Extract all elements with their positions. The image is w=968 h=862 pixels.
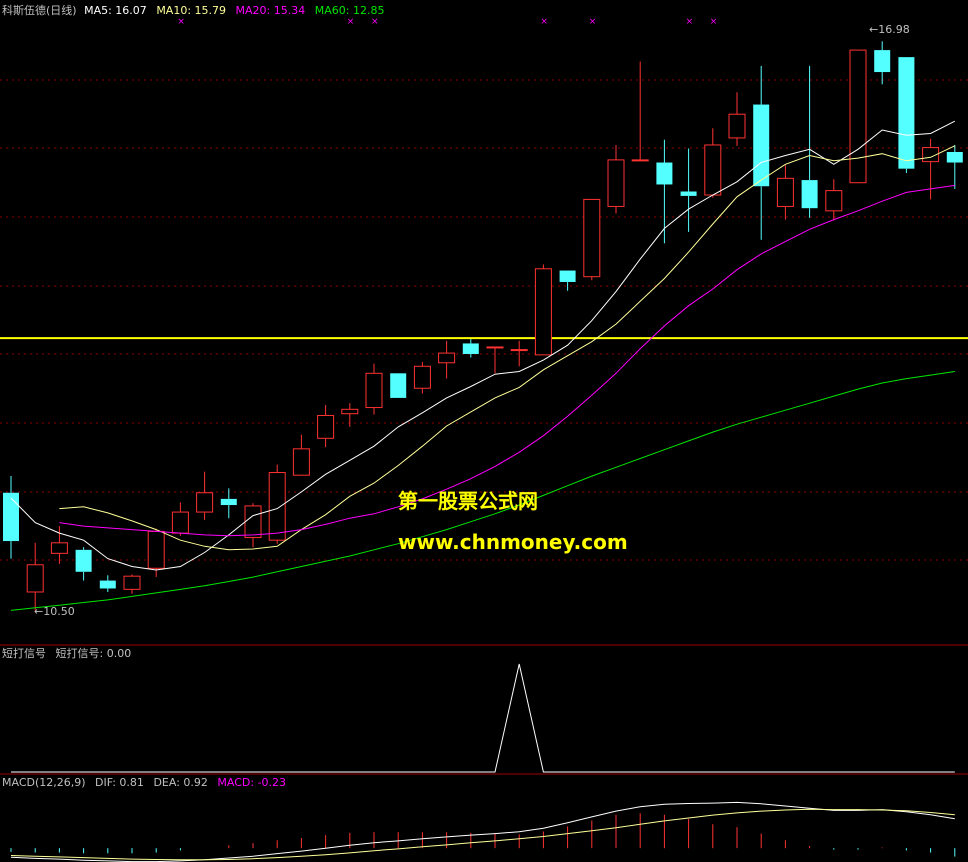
candlesticks[interactable] [3,41,963,611]
candle-body [607,159,625,207]
candle-body [583,198,601,278]
candle-body [413,365,431,389]
signal-line [11,663,955,773]
candle-body [50,542,68,554]
candle-body [123,575,141,590]
signal-title: 短打信号 [2,646,46,660]
top-marker: × [686,17,694,27]
candle-body [631,159,649,162]
candle-body [510,349,528,352]
top-marker: × [540,17,548,27]
candle-body [390,373,407,398]
top-marker: × [710,17,718,27]
candle-body [147,530,165,569]
candle-body [946,151,963,163]
dif-legend: DIF: 0.81 [95,776,144,789]
candle-body [874,50,891,73]
candle-body [26,564,44,593]
low-marker: ←10.50 [34,605,75,618]
candle-body [559,270,576,282]
ma60-legend: MA60: 12.85 [315,4,385,17]
macd-value-legend: MACD: -0.23 [217,776,286,789]
ma5-legend: MA5: 16.07 [84,4,147,17]
ma20-legend: MA20: 15.34 [236,4,306,17]
candle-body [728,113,746,139]
main-grid [0,79,968,561]
candle-body [196,492,214,513]
candle-body [75,549,92,572]
candle-body [292,448,310,476]
macd-title: MACD(12,26,9) [2,776,86,789]
ma10-legend: MA10: 15.79 [156,4,226,17]
candle-body [244,505,262,539]
stock-chart[interactable]: × × × × × × × 第一股票公式网 www.chnmoney.com ←16.98 … [0,0,968,862]
candle-body [849,49,867,184]
candle-body [825,190,843,212]
watermark-title: 第一股票公式网 [398,489,538,513]
candle-body [317,414,335,439]
dif-line [10,801,955,862]
candle-body [3,492,19,542]
signal-value: 短打信号: 0.00 [56,646,132,660]
low-marker-value: 10.50 [43,605,75,618]
macd-bars [10,813,956,857]
macd-legend: MACD(12,26,9) DIF: 0.81 DEA: 0.92 MACD: … [2,776,286,789]
candle-body [462,343,479,354]
candle-body [898,57,915,169]
signal-legend: 短打信号 短打信号: 0.00 [2,646,131,660]
candle-body [776,177,794,207]
dea-legend: DEA: 0.92 [153,776,207,789]
candle-body [268,472,286,541]
top-marker: × [371,17,379,27]
top-marker: × [589,17,597,27]
candle-body [801,180,818,209]
candle-body [486,346,504,349]
main-legend: 科斯伍德(日线) MA5: 16.07 MA10: 15.79 MA20: 15… [2,3,384,17]
candle-body [534,268,552,356]
high-marker-arrow: ← [869,23,878,36]
low-marker-arrow: ← [34,605,43,618]
top-markers: × × × × × × × [177,17,717,27]
candle-body [171,511,189,534]
candle-body [656,162,673,185]
candle-body [365,372,383,409]
candle-body [704,144,722,196]
candle-body [753,104,770,187]
watermark-url: www.chnmoney.com [398,530,628,554]
main-title: 科斯伍德(日线) [2,3,77,17]
high-marker: ←16.98 [869,23,910,36]
candle-body [438,352,456,364]
top-marker: × [347,17,355,27]
ma20-line [59,184,955,537]
high-marker-value: 16.98 [878,23,910,36]
candle-body [341,408,359,415]
candle-body [220,498,237,506]
candle-body [680,191,697,196]
top-marker: × [177,17,185,27]
candle-body [99,580,116,589]
